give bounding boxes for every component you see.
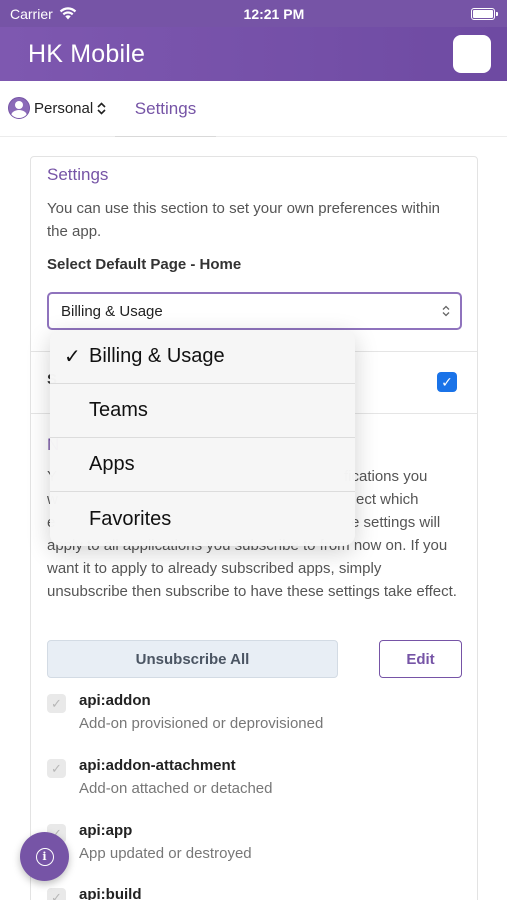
dropdown-option-billing[interactable]: ✓ Billing & Usage: [50, 330, 355, 384]
profile-avatar-button[interactable]: [453, 35, 491, 73]
default-page-dropdown: ✓ Billing & Usage Teams Apps Favorites: [50, 330, 355, 546]
default-page-select[interactable]: Billing & Usage: [47, 292, 462, 330]
subscription-name: api:app: [79, 822, 133, 839]
dropdown-option-label: Favorites: [89, 507, 172, 530]
subscription-checkbox[interactable]: ✓: [47, 694, 66, 713]
default-page-label: Select Default Page - Home: [47, 256, 242, 273]
chevron-updown-icon: [97, 101, 106, 115]
subscription-name: api:build: [79, 886, 142, 900]
dropdown-option-apps[interactable]: Apps: [50, 438, 355, 492]
settings-description: You can use this section to set your own…: [47, 200, 441, 240]
subscription-checkbox[interactable]: ✓: [47, 759, 66, 778]
carrier-label: Carrier: [10, 5, 53, 22]
select-arrows-icon: [442, 305, 450, 317]
subscription-desc: Add-on provisioned or deprovisioned: [79, 715, 324, 732]
wifi-icon: [59, 7, 76, 20]
subscription-desc: Add-on attached or detached: [79, 780, 273, 797]
notif-line2-tail: ect which: [356, 491, 419, 508]
status-left: Carrier: [10, 6, 77, 22]
info-fab-button[interactable]: i: [20, 832, 69, 881]
notif-line1-tail: fications you: [344, 468, 428, 485]
battery-icon: [470, 7, 498, 20]
unsubscribe-all-button[interactable]: Unsubscribe All: [47, 640, 338, 678]
tab-settings[interactable]: Settings: [115, 81, 216, 137]
dropdown-option-label: Teams: [89, 399, 148, 421]
dropdown-option-favorites[interactable]: Favorites: [50, 492, 355, 546]
info-icon: i: [35, 847, 54, 866]
notif-line3-tail: e settings will: [351, 514, 441, 531]
app-header: HK Mobile: [0, 27, 507, 81]
default-page-value: Billing & Usage: [61, 302, 163, 320]
status-time: 12:21 PM: [243, 5, 305, 22]
checkmark-icon: ✓: [64, 346, 81, 368]
edit-button[interactable]: Edit: [379, 640, 462, 678]
account-label: Personal: [34, 99, 94, 117]
subscription-name: api:addon-attachment: [79, 757, 236, 774]
account-switcher[interactable]: Personal: [8, 97, 106, 119]
setting-checkbox[interactable]: ✓: [437, 372, 457, 392]
nav-row: Personal Settings: [0, 81, 507, 137]
app-title: HK Mobile: [28, 39, 146, 68]
battery-fill: [472, 9, 493, 18]
subscription-desc: App updated or destroyed: [79, 845, 252, 862]
settings-title: Settings: [47, 165, 109, 184]
dropdown-option-label: Billing & Usage: [89, 345, 225, 367]
user-icon: [8, 97, 30, 119]
subscription-name: api:addon: [79, 692, 151, 709]
dropdown-option-teams[interactable]: Teams: [50, 384, 355, 438]
dropdown-option-label: Apps: [89, 453, 135, 475]
subscription-checkbox[interactable]: ✓: [47, 888, 66, 900]
status-bar: Carrier 12:21 PM: [0, 0, 507, 27]
